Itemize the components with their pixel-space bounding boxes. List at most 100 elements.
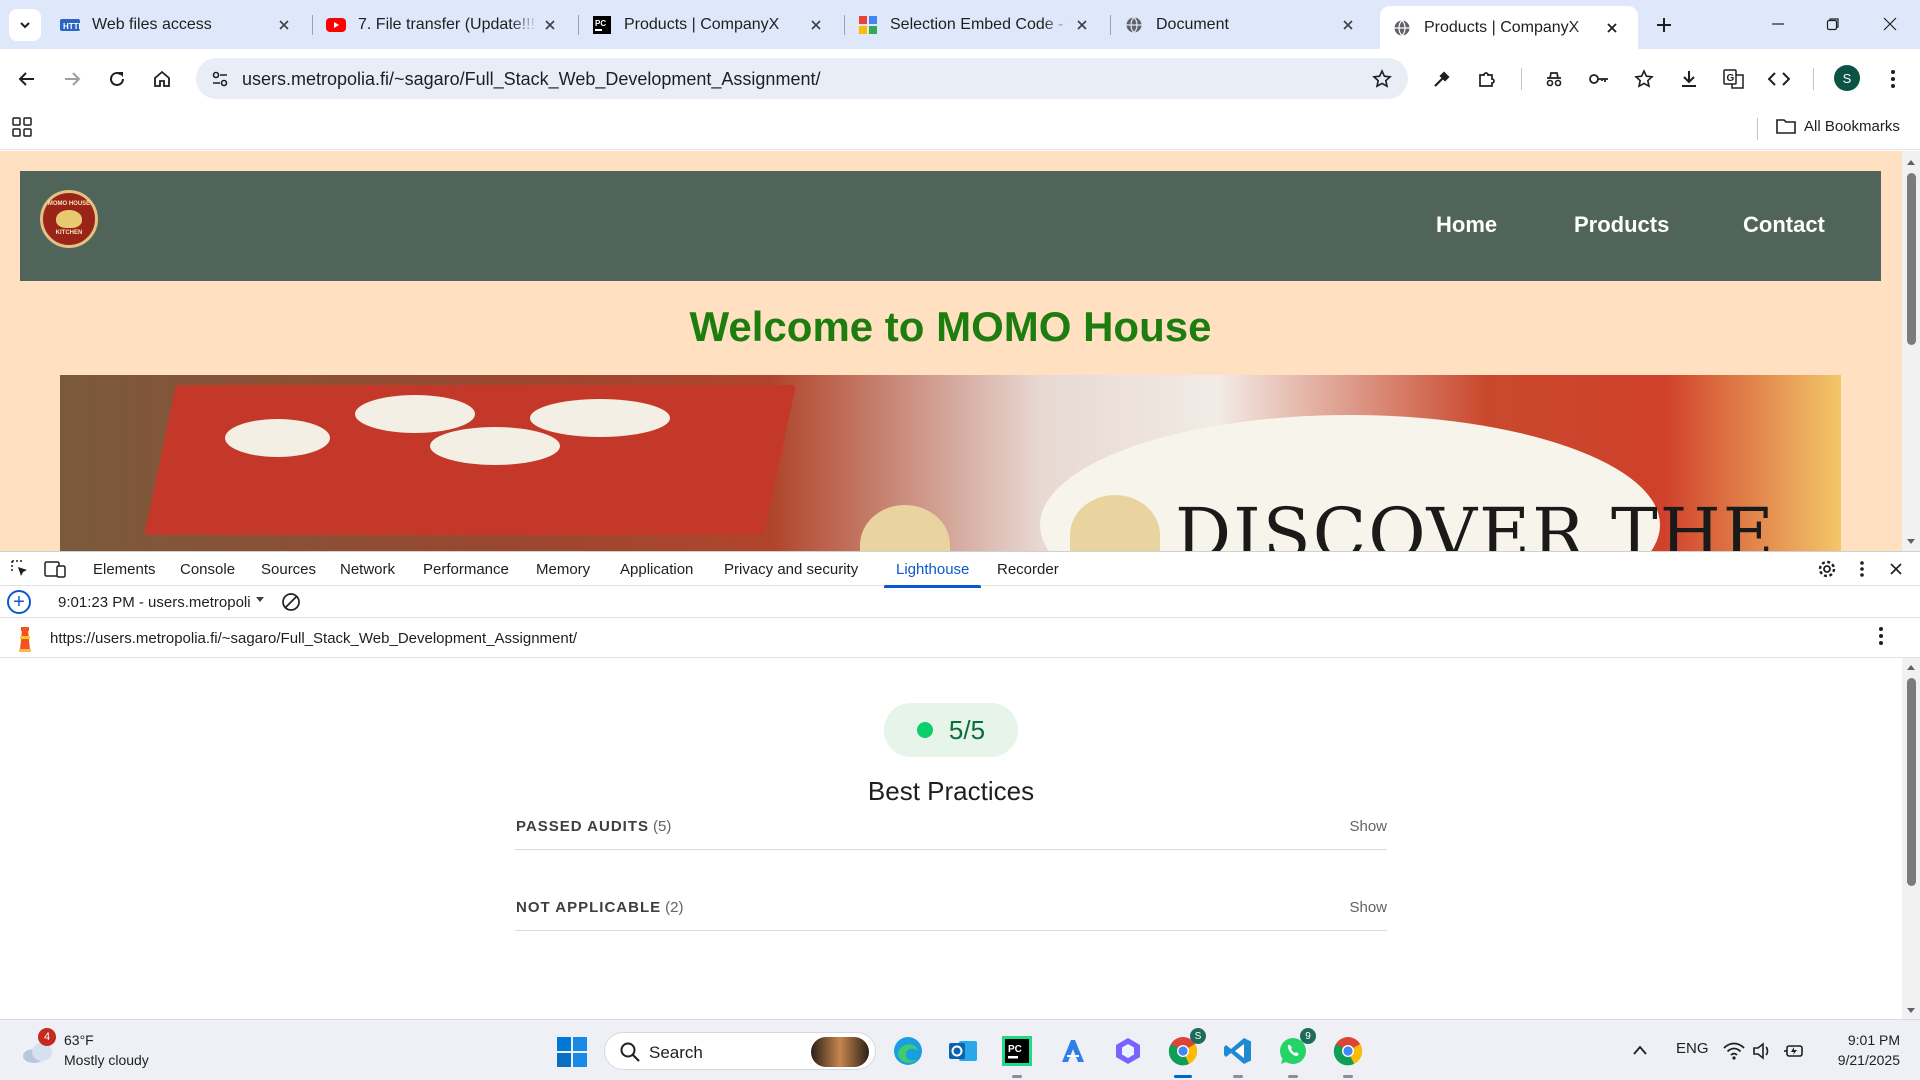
tab-document[interactable]: Document (1112, 6, 1374, 44)
taskbar-search-placeholder: Search (649, 1043, 703, 1062)
windows-start-button[interactable] (556, 1036, 588, 1068)
incognito-extension-button[interactable] (1537, 62, 1571, 96)
all-bookmarks-button[interactable]: All Bookmarks (1776, 117, 1900, 135)
extensions-button[interactable] (1470, 62, 1504, 96)
scroll-up-icon[interactable] (1902, 155, 1920, 169)
chevron-down-icon (20, 22, 30, 29)
apps-grid-icon[interactable] (12, 117, 36, 141)
reading-list-button[interactable] (1627, 62, 1661, 96)
forward-button[interactable] (55, 62, 89, 96)
close-tab-icon[interactable] (272, 13, 296, 37)
devtools-tab-lighthouse[interactable]: Lighthouse (883, 561, 982, 588)
new-report-plus-icon[interactable]: + (7, 590, 31, 614)
devtools-scrollbar-thumb[interactable] (1907, 678, 1916, 886)
home-button[interactable] (145, 62, 179, 96)
puzzle-icon (1479, 72, 1495, 87)
site-info-icon[interactable] (204, 63, 236, 95)
restore-button[interactable] (1811, 6, 1855, 42)
hero-banner-image: DISCOVER THE (60, 375, 1841, 551)
devtools-toggle-button[interactable] (1762, 62, 1796, 96)
close-window-button[interactable] (1868, 6, 1912, 42)
scroll-down-icon[interactable] (1902, 1004, 1920, 1018)
new-tab-button[interactable] (1650, 11, 1678, 39)
lighthouse-icon (19, 627, 31, 652)
taskbar-search-box[interactable]: Search (604, 1032, 876, 1070)
report-menu-icon[interactable] (1878, 626, 1884, 646)
devtools-close-icon[interactable] (1884, 557, 1908, 581)
volume-icon[interactable] (1752, 1042, 1772, 1060)
taskbar-chrome[interactable]: S (1166, 1028, 1206, 1078)
clear-reports-icon[interactable] (280, 591, 302, 613)
taskbar-chrome-profile-2[interactable] (1331, 1034, 1365, 1078)
bookmark-star-icon[interactable] (1366, 63, 1398, 95)
close-tab-icon[interactable] (1070, 13, 1094, 37)
devtools-settings-icon[interactable] (1815, 557, 1839, 581)
not-applicable-group[interactable]: NOT APPLICABLE (2) Show (515, 891, 1387, 931)
close-tab-icon[interactable] (538, 13, 562, 37)
show-passed-audits-button[interactable]: Show (1349, 818, 1387, 835)
chrome-menu-button[interactable] (1876, 62, 1910, 96)
devtools-scrollbar[interactable] (1902, 658, 1920, 1020)
device-toolbar-icon[interactable] (43, 557, 67, 581)
devtools-tab-network[interactable]: Network (340, 561, 395, 578)
close-tab-icon[interactable] (804, 13, 828, 37)
taskbar-copilot[interactable] (1111, 1034, 1145, 1068)
weather-widget[interactable]: 4 63°F Mostly cloudy (20, 1028, 149, 1070)
taskbar-edge[interactable] (891, 1034, 925, 1068)
system-clock[interactable]: 9:01 PM 9/21/2025 (1800, 1030, 1900, 1070)
profile-avatar[interactable]: S (1834, 65, 1860, 91)
passwords-button[interactable] (1582, 62, 1616, 96)
eyedropper-extension-button[interactable] (1425, 62, 1459, 96)
scroll-up-icon[interactable] (1902, 660, 1920, 674)
taskbar-vscode[interactable] (1221, 1034, 1255, 1078)
tab-products-companyx-1[interactable]: PC Products | CompanyX (580, 6, 842, 44)
reload-icon (110, 71, 124, 86)
arrow-right-icon (65, 72, 81, 86)
taskbar-pycharm[interactable]: PC (1000, 1034, 1034, 1078)
devtools-tab-memory[interactable]: Memory (536, 561, 590, 578)
svg-text:PC: PC (595, 19, 606, 28)
taskbar-outlook[interactable] (946, 1034, 980, 1068)
devtools-tab-performance[interactable]: Performance (423, 561, 509, 578)
close-tab-icon[interactable] (1336, 13, 1360, 37)
inspect-element-icon[interactable] (8, 557, 32, 581)
show-hidden-icons-chevron-up-icon[interactable] (1632, 1044, 1648, 1056)
devtools-tab-console[interactable]: Console (180, 561, 235, 578)
report-select[interactable]: 9:01:23 PM - users.metropoli (58, 594, 251, 611)
scroll-down-icon[interactable] (1902, 535, 1920, 549)
page-scrollbar[interactable] (1902, 151, 1920, 551)
minimize-button[interactable] (1756, 6, 1800, 42)
nav-products-link[interactable]: Products (1574, 212, 1669, 238)
reload-button[interactable] (100, 62, 134, 96)
translate-button[interactable]: G (1717, 62, 1751, 96)
downloads-button[interactable] (1672, 62, 1706, 96)
taskbar-whatsapp[interactable]: 9 (1276, 1028, 1316, 1078)
tab-search-button[interactable] (9, 9, 41, 41)
dropdown-caret-icon[interactable] (254, 595, 266, 605)
back-button[interactable] (10, 62, 44, 96)
nav-contact-link[interactable]: Contact (1743, 212, 1825, 238)
address-bar[interactable]: users.metropolia.fi/~sagaro/Full_Stack_W… (196, 58, 1408, 99)
page-scrollbar-thumb[interactable] (1907, 173, 1916, 345)
tab-web-files-access[interactable]: HTTP Web files access (48, 6, 310, 44)
audit-group-count: (2) (665, 899, 684, 916)
tab-products-companyx-active[interactable]: Products | CompanyX (1380, 6, 1638, 49)
address-url: users.metropolia.fi/~sagaro/Full_Stack_W… (242, 69, 821, 89)
taskbar-azure-tool[interactable] (1056, 1034, 1090, 1068)
devtools-tab-recorder[interactable]: Recorder (997, 561, 1059, 578)
devtools-tab-elements[interactable]: Elements (93, 561, 156, 578)
devtools-tab-privacy-security[interactable]: Privacy and security (724, 561, 858, 578)
tab-file-transfer[interactable]: 7. File transfer (Update!!! H (314, 6, 576, 44)
momo-house-logo[interactable]: MOMO HOUSE KITCHEN (40, 190, 98, 248)
tab-selection-embed-code[interactable]: Selection Embed Code - G (846, 6, 1108, 44)
passed-audits-group[interactable]: PASSED AUDITS (5) Show (515, 810, 1387, 850)
devtools-tab-sources[interactable]: Sources (261, 561, 316, 578)
input-language-indicator[interactable]: ENG (1676, 1040, 1709, 1057)
show-not-applicable-button[interactable]: Show (1349, 899, 1387, 916)
devtools-tab-application[interactable]: Application (620, 561, 693, 578)
translate-icon: G (1723, 69, 1744, 89)
wifi-icon[interactable] (1723, 1042, 1745, 1060)
nav-home-link[interactable]: Home (1436, 212, 1497, 238)
close-tab-icon[interactable] (1600, 16, 1624, 40)
devtools-more-icon[interactable] (1850, 557, 1874, 581)
